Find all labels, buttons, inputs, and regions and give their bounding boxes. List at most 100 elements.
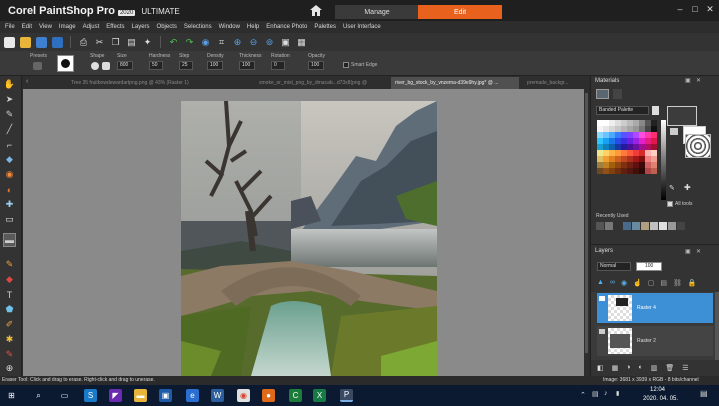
materials-close-icon[interactable]: ✕ (696, 77, 701, 84)
doc-tab-river[interactable]: river_bg_stock_by_vnzema-d39e9hy.jpg* @ … (391, 77, 519, 89)
airbrush-tool-icon[interactable]: ✎ (3, 258, 16, 271)
foreground-color-swatch[interactable] (667, 106, 697, 126)
skype-icon[interactable]: S (84, 389, 97, 402)
smart-edge-checkbox[interactable] (343, 62, 349, 68)
clock-time[interactable]: 12:04 (650, 387, 665, 393)
menu-effects[interactable]: Effects (106, 24, 124, 30)
menu-adjust[interactable]: Adjust (83, 24, 100, 30)
menu-help[interactable]: Help (247, 24, 259, 30)
texture-swatch[interactable] (685, 134, 711, 158)
clock-date[interactable]: 2020. 04. 05. (643, 396, 678, 402)
blend-mode-select[interactable]: Normal (597, 262, 631, 271)
undo-icon[interactable]: ↶ (168, 37, 179, 48)
red-eye-tool-icon[interactable]: ◉ (3, 168, 16, 181)
layer-row[interactable]: Raster 2 (597, 326, 713, 356)
tray-up-icon[interactable]: ⌃ (580, 391, 586, 399)
menu-palettes[interactable]: Palettes (314, 24, 336, 30)
edit-icon[interactable]: ✎ (669, 184, 675, 192)
smart-edge-option[interactable]: Smart Edge (343, 62, 377, 68)
doc-tab-tree[interactable]: Tree 35 fruitbowdewardartpng.png @ 43% (… (67, 77, 212, 89)
actual-size-icon[interactable]: ▣ (280, 37, 291, 48)
open-folder-icon[interactable] (20, 36, 31, 48)
group-icon[interactable]: ▤ (660, 279, 667, 289)
wand-icon[interactable]: ✦ (142, 37, 153, 48)
layer-properties-icon[interactable]: ☰ (682, 364, 688, 373)
save-as-icon[interactable] (52, 36, 63, 48)
palette-select[interactable]: Banded Palette (596, 106, 649, 115)
search-icon[interactable]: ⌕ (32, 389, 45, 402)
layers-restore-icon[interactable]: ▣ (685, 248, 691, 255)
paintshop-taskbar-icon[interactable]: P (340, 389, 353, 402)
excel-icon[interactable]: X (313, 389, 326, 402)
density-field[interactable]: 100 (207, 61, 223, 70)
straighten-tool-icon[interactable]: ◆ (3, 153, 16, 166)
link-icon[interactable]: ∞ (610, 279, 615, 289)
shape-tool-icon[interactable]: ⬟ (3, 303, 16, 316)
close-icon[interactable]: ✕ (705, 4, 715, 14)
swatch-view-icon[interactable] (596, 89, 609, 99)
scroll-thumb[interactable] (585, 93, 588, 353)
image-canvas[interactable] (23, 89, 589, 376)
composite-photo[interactable] (181, 101, 437, 376)
doc-tab-smoke[interactable]: smoke_or_mist_png_by_dmacab...d73x8(png … (255, 77, 387, 89)
zoom-out-icon[interactable]: ⊖ (248, 37, 259, 48)
save-icon[interactable] (36, 36, 47, 48)
chain-icon[interactable]: ⛓ (673, 279, 682, 289)
layers-close-icon[interactable]: ✕ (696, 248, 701, 255)
restore-icon[interactable]: ▣ (685, 77, 691, 84)
menu-view[interactable]: View (39, 24, 52, 30)
firefox-icon[interactable]: ● (262, 389, 275, 402)
new-layer-icon[interactable]: ◧ (597, 364, 604, 373)
fill-tool-icon[interactable]: ◆ (3, 273, 16, 286)
menu-objects[interactable]: Objects (157, 24, 177, 30)
network-icon[interactable]: ▤ (592, 390, 599, 398)
mask-icon[interactable]: ▢ (648, 279, 655, 289)
swap-colors-icon[interactable] (670, 128, 678, 135)
tab-edit[interactable]: Edit (418, 5, 502, 19)
chrome-icon[interactable]: ◉ (237, 389, 250, 402)
menu-enhance-photo[interactable]: Enhance Photo (266, 24, 307, 30)
all-tools-checkbox[interactable] (667, 201, 673, 207)
volume-icon[interactable]: ♪ (604, 390, 608, 397)
menu-edit[interactable]: Edit (22, 24, 32, 30)
dropper-tool-icon[interactable]: ╱ (3, 123, 16, 136)
round-shape-icon[interactable] (91, 62, 99, 70)
brush-preview[interactable] (57, 55, 74, 72)
more-tools-icon[interactable]: ⊕ (3, 362, 16, 375)
maximize-icon[interactable]: □ (690, 4, 700, 14)
notifications-icon[interactable]: ▤ (700, 389, 708, 398)
square-shape-icon[interactable] (102, 62, 110, 70)
windows-start-icon[interactable]: ⊞ (5, 389, 18, 402)
layers-scrollbar[interactable] (715, 292, 719, 360)
hand-cursor-icon[interactable]: ☝ (633, 279, 642, 289)
doc-tab-premade[interactable]: premade_backgr... (523, 77, 583, 89)
layer-visibility-icon[interactable] (599, 329, 605, 334)
redo-icon[interactable]: ↷ (184, 37, 195, 48)
word-icon[interactable]: W (211, 389, 224, 402)
camtasia-icon[interactable]: C (289, 389, 302, 402)
menu-file[interactable]: File (5, 24, 15, 30)
canvas-scrollbar[interactable] (584, 89, 589, 376)
copy-icon[interactable]: ❐ (110, 37, 121, 48)
color-swatch-grid[interactable] (597, 120, 659, 200)
eraser-tool-icon[interactable]: ▬ (3, 233, 16, 247)
menu-selections[interactable]: Selections (184, 24, 212, 30)
palette-menu-icon[interactable] (652, 106, 659, 115)
menu-image[interactable]: Image (59, 24, 76, 30)
task-view-icon[interactable]: ▭ (58, 389, 71, 402)
history-icon[interactable]: ◉ (200, 37, 211, 48)
rotation-field[interactable]: 0 (271, 61, 285, 70)
new-file-icon[interactable] (4, 36, 15, 48)
visibility-icon[interactable]: ◉ (621, 279, 627, 289)
add-swatch-icon[interactable]: ✚ (684, 183, 691, 192)
crop-icon[interactable]: ⌗ (216, 37, 227, 48)
tab-manage[interactable]: Manage (335, 5, 419, 19)
layer-visibility-icon[interactable] (599, 296, 605, 301)
pen-tool-icon[interactable]: ✐ (3, 318, 16, 331)
scratch-remover-icon[interactable]: ▭ (3, 213, 16, 226)
text-tool-icon[interactable]: T (3, 288, 16, 301)
zoom-fit-icon[interactable]: ⊚ (264, 37, 275, 48)
hardness-field[interactable]: 50 (149, 61, 163, 70)
all-tools-option[interactable]: All tools (667, 201, 693, 207)
minimize-icon[interactable]: – (675, 4, 685, 14)
